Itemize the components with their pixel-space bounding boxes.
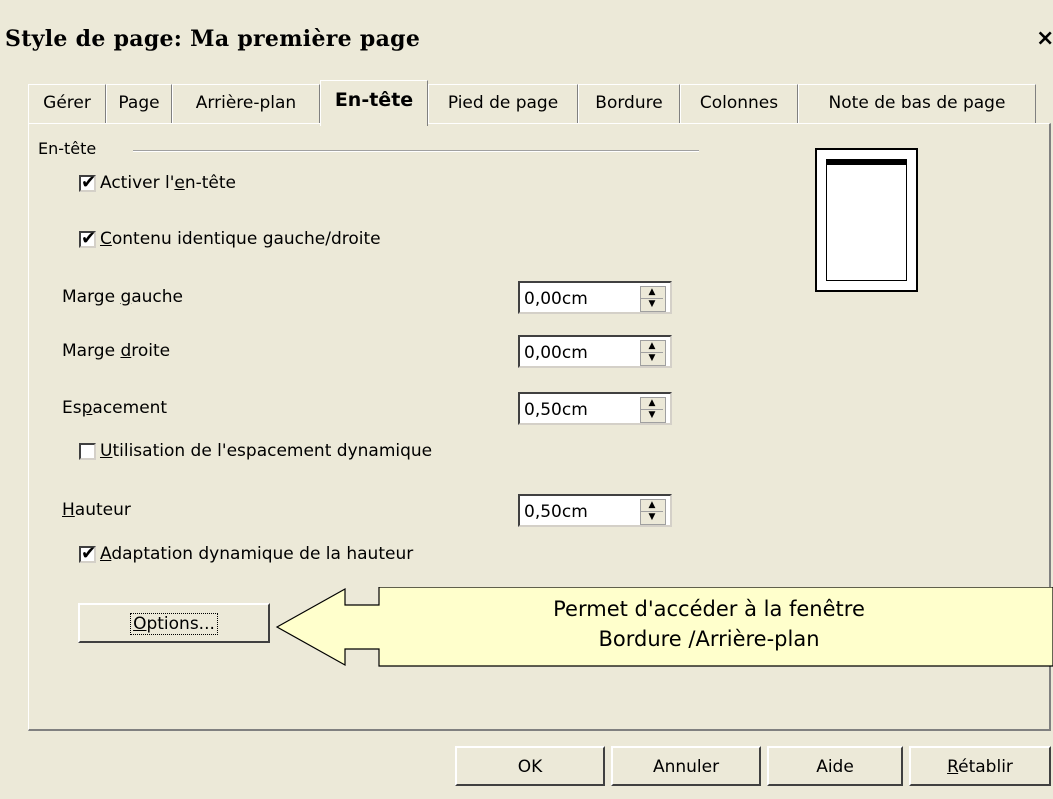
- down-arrow-icon[interactable]: ▼: [641, 512, 663, 523]
- activer-entete-checkbox[interactable]: ✔: [79, 172, 97, 193]
- down-arrow-icon[interactable]: ▼: [641, 353, 663, 364]
- page-preview: [815, 148, 918, 292]
- options-button[interactable]: Options...: [78, 603, 270, 643]
- tab-label: Page: [118, 93, 160, 113]
- espacement-dynamique-checkbox[interactable]: [79, 443, 96, 460]
- tab-label: Arrière-plan: [195, 93, 297, 113]
- annuler-label: Annuler: [652, 757, 720, 777]
- ok-label: OK: [517, 757, 543, 777]
- spin-buttons: ▲ ▼: [640, 499, 666, 525]
- up-arrow-icon[interactable]: ▲: [641, 398, 663, 410]
- contenu-identique-checkbox[interactable]: ✔: [79, 228, 97, 249]
- adaptation-dynamique-label[interactable]: Adaptation dynamique de la hauteur: [100, 544, 413, 564]
- group-divider: [133, 150, 699, 152]
- check-icon: ✔: [81, 172, 97, 193]
- retablir-label: Rétablir: [947, 757, 1013, 777]
- up-arrow-icon[interactable]: ▲: [641, 500, 663, 512]
- callout-text: Permet d'accéder à la fenêtre Bordure /A…: [379, 594, 1039, 654]
- close-icon[interactable]: ×: [1036, 26, 1053, 51]
- title-bar: Style de page: Ma première page ×: [0, 0, 1053, 85]
- espacement-dynamique-label[interactable]: Utilisation de l'espacement dynamique: [100, 441, 432, 461]
- group-label: En-tête: [38, 139, 97, 158]
- hauteur-value[interactable]: 0,50cm: [524, 502, 588, 522]
- preview-header: [827, 160, 906, 165]
- espacement-spinbox[interactable]: 0,50cm ▲ ▼: [518, 392, 672, 425]
- annuler-button[interactable]: Annuler: [611, 746, 761, 786]
- options-label: Options...: [130, 613, 218, 635]
- tab-colonnes[interactable]: Colonnes: [680, 84, 798, 124]
- tab-note-de-bas-de-page[interactable]: Note de bas de page: [798, 84, 1036, 124]
- marge-gauche-spinbox[interactable]: 0,00cm ▲ ▼: [518, 281, 672, 314]
- spin-buttons: ▲ ▼: [640, 340, 666, 366]
- aide-label: Aide: [816, 757, 854, 777]
- tab-label: En-tête: [334, 89, 414, 111]
- tab-arriere-plan[interactable]: Arrière-plan: [172, 84, 320, 124]
- marge-gauche-value[interactable]: 0,00cm: [524, 289, 588, 309]
- espacement-value[interactable]: 0,50cm: [524, 400, 588, 420]
- marge-droite-spinbox[interactable]: 0,00cm ▲ ▼: [518, 335, 672, 368]
- tab-gerer[interactable]: Gérer: [28, 84, 106, 124]
- preview-page: [826, 159, 907, 281]
- spin-buttons: ▲ ▼: [640, 286, 666, 312]
- callout-line-2: Bordure /Arrière-plan: [598, 627, 820, 651]
- espacement-label: Espacement: [62, 398, 168, 418]
- hauteur-label: Hauteur: [62, 500, 131, 520]
- tab-label: Colonnes: [699, 93, 779, 113]
- adaptation-dynamique-checkbox[interactable]: ✔: [79, 543, 97, 564]
- check-icon: ✔: [81, 543, 97, 564]
- down-arrow-icon[interactable]: ▼: [641, 299, 663, 310]
- check-icon: ✔: [81, 228, 97, 249]
- tab-pied-de-page[interactable]: Pied de page: [428, 84, 578, 124]
- tab-label: Bordure: [595, 93, 663, 113]
- tab-label: Note de bas de page: [828, 93, 1006, 113]
- ok-button[interactable]: OK: [455, 746, 605, 786]
- down-arrow-icon[interactable]: ▼: [641, 410, 663, 421]
- tab-page[interactable]: Page: [106, 84, 172, 124]
- marge-gauche-label: Marge gauche: [62, 287, 184, 307]
- marge-droite-value[interactable]: 0,00cm: [524, 343, 588, 363]
- up-arrow-icon[interactable]: ▲: [641, 287, 663, 299]
- retablir-button[interactable]: Rétablir: [909, 746, 1051, 786]
- spin-buttons: ▲ ▼: [640, 397, 666, 423]
- up-arrow-icon[interactable]: ▲: [641, 341, 663, 353]
- aide-button[interactable]: Aide: [767, 746, 903, 786]
- hauteur-spinbox[interactable]: 0,50cm ▲ ▼: [518, 494, 672, 527]
- tab-bordure[interactable]: Bordure: [578, 84, 680, 124]
- contenu-identique-label[interactable]: Contenu identique gauche/droite: [100, 229, 381, 249]
- callout-line-1: Permet d'accéder à la fenêtre: [553, 597, 865, 621]
- tab-label: Pied de page: [447, 93, 559, 113]
- marge-droite-label: Marge droite: [62, 341, 171, 361]
- tab-label: Gérer: [43, 93, 91, 113]
- window-title: Style de page: Ma première page: [5, 26, 421, 52]
- tab-en-tete[interactable]: En-tête: [320, 80, 428, 126]
- activer-entete-label[interactable]: Activer l'en-tête: [100, 173, 236, 193]
